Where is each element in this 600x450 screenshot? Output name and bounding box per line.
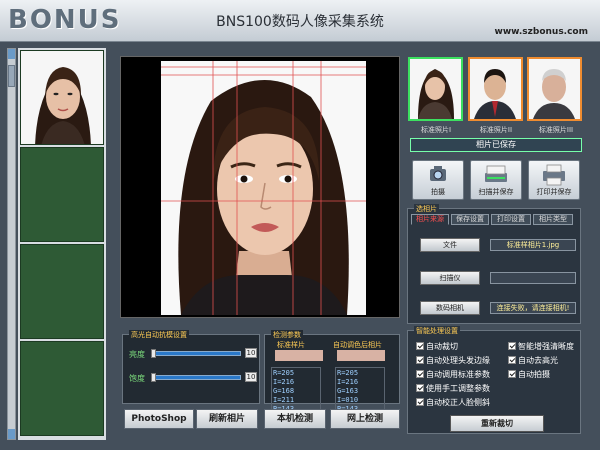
source-camera-button[interactable]: 数码相机: [420, 301, 480, 315]
standard-sample-label: 标准样片: [277, 341, 305, 349]
thumbnail-3[interactable]: [20, 244, 104, 339]
thumbnail-list: [18, 48, 106, 440]
checkbox[interactable]: [416, 370, 424, 378]
photo-viewport[interactable]: [120, 56, 400, 318]
tab-save-settings[interactable]: 保存设置: [451, 214, 489, 225]
source-scanner-button[interactable]: 扫描仪: [420, 271, 480, 285]
auto-color-swatch: [337, 350, 385, 361]
checkbox[interactable]: [508, 342, 516, 350]
sample-photo-1[interactable]: [408, 57, 463, 121]
processing-options-panel: 智能处理设置 自动裁切 智能增强清晰度 自动处理头发边缘 自动去高光 自动调用标…: [407, 326, 581, 434]
detection-panel-title: 检测参数: [271, 330, 303, 340]
exposure-panel: 高光自动抗模设置 亮度 10 饱度 10: [122, 330, 260, 404]
scan-save-button[interactable]: 扫描并保存: [470, 160, 522, 200]
checkbox[interactable]: [416, 342, 424, 350]
option-auto-shoot[interactable]: 自动拍摄: [508, 369, 550, 380]
checkbox[interactable]: [416, 356, 424, 364]
printer-icon: [543, 164, 565, 186]
contrast-slider-knob[interactable]: [151, 373, 156, 382]
scroll-up-arrow[interactable]: [8, 49, 15, 59]
tab-print-settings[interactable]: 打印设置: [491, 214, 531, 225]
sample-label-3: 标准照片III: [538, 126, 574, 134]
local-check-button[interactable]: 本机检测: [264, 409, 326, 429]
title-bar: BONUS BNS100数码人像采集系统 www.szbonus.com: [0, 0, 600, 42]
camera-icon: [430, 166, 446, 181]
sample-label-2: 标准照片II: [479, 126, 513, 134]
saved-status-bar: 相片已保存: [410, 138, 582, 152]
scan-save-label: 扫描并保存: [478, 188, 514, 196]
sample-label-1: 标准照片I: [420, 126, 452, 134]
source-scanner-value[interactable]: [490, 272, 576, 284]
main-portrait: [161, 61, 366, 315]
brightness-slider[interactable]: [151, 351, 241, 356]
checkbox[interactable]: [416, 398, 424, 406]
exposure-panel-title: 高光自动抗模设置: [129, 330, 189, 340]
processing-options-title: 智能处理设置: [414, 326, 460, 336]
checkbox[interactable]: [508, 370, 516, 378]
print-save-label: 打印并保存: [536, 188, 572, 196]
photoshop-button[interactable]: PhotoShop: [124, 409, 194, 429]
contrast-value[interactable]: 10: [245, 372, 257, 382]
photo-source-panel-title: 选相片: [414, 204, 439, 214]
sample-photo-3[interactable]: [527, 57, 582, 121]
option-manual-params[interactable]: 使用手工调整参数: [416, 383, 490, 394]
scanner-icon: [485, 165, 507, 182]
brightness-label: 亮度: [129, 350, 145, 359]
recrop-button[interactable]: 重新裁切: [450, 415, 544, 432]
thumbnail-2[interactable]: [20, 147, 104, 242]
source-file-value[interactable]: 标准样相片1.jpg: [490, 239, 576, 251]
online-check-button[interactable]: 网上检测: [330, 409, 400, 429]
standard-color-swatch: [275, 350, 323, 361]
option-hair-edge[interactable]: 自动处理头发边缘: [416, 355, 490, 366]
thumbnail-scrollbar[interactable]: [7, 48, 16, 440]
source-camera-value: 连接失败，请连接相机!: [490, 302, 576, 314]
thumbnail-1[interactable]: [20, 50, 104, 145]
checkbox[interactable]: [508, 356, 516, 364]
thumbnail-4[interactable]: [20, 341, 104, 436]
source-file-button[interactable]: 文件: [420, 238, 480, 252]
tab-photo-type[interactable]: 相片类型: [533, 214, 573, 225]
capture-button[interactable]: 拍摄: [412, 160, 464, 200]
contrast-slider[interactable]: [151, 375, 241, 380]
option-enhance-sharpness[interactable]: 智能增强清晰度: [508, 341, 574, 352]
detection-panel: 检测参数 标准样片 自动调色后相片 R=205 I=216 G=168 I=21…: [264, 330, 400, 425]
refresh-photo-button[interactable]: 刷新相片: [196, 409, 258, 429]
site-url[interactable]: www.szbonus.com: [495, 27, 589, 37]
checkbox[interactable]: [416, 384, 424, 392]
scroll-thumb[interactable]: [8, 65, 15, 87]
print-save-button[interactable]: 打印并保存: [528, 160, 580, 200]
contrast-label: 饱度: [129, 374, 145, 383]
sample-photo-2[interactable]: [468, 57, 523, 121]
brightness-slider-knob[interactable]: [151, 349, 156, 358]
capture-label: 拍摄: [431, 188, 445, 196]
auto-adjusted-label: 自动调色后相片: [333, 341, 382, 349]
option-standard-params[interactable]: 自动调用标准参数: [416, 369, 490, 380]
option-face-tilt[interactable]: 自动校正人脸侧斜: [416, 397, 490, 408]
brightness-value[interactable]: 10: [245, 348, 257, 358]
scroll-down-arrow[interactable]: [8, 429, 15, 439]
tab-photo-source[interactable]: 相片来源: [411, 214, 449, 225]
option-remove-highlight[interactable]: 自动去高光: [508, 355, 558, 366]
option-auto-crop[interactable]: 自动裁切: [416, 341, 458, 352]
photo-source-panel: 选相片 相片来源 保存设置 打印设置 相片类型 文件 标准样相片1.jpg 扫描…: [407, 204, 581, 324]
